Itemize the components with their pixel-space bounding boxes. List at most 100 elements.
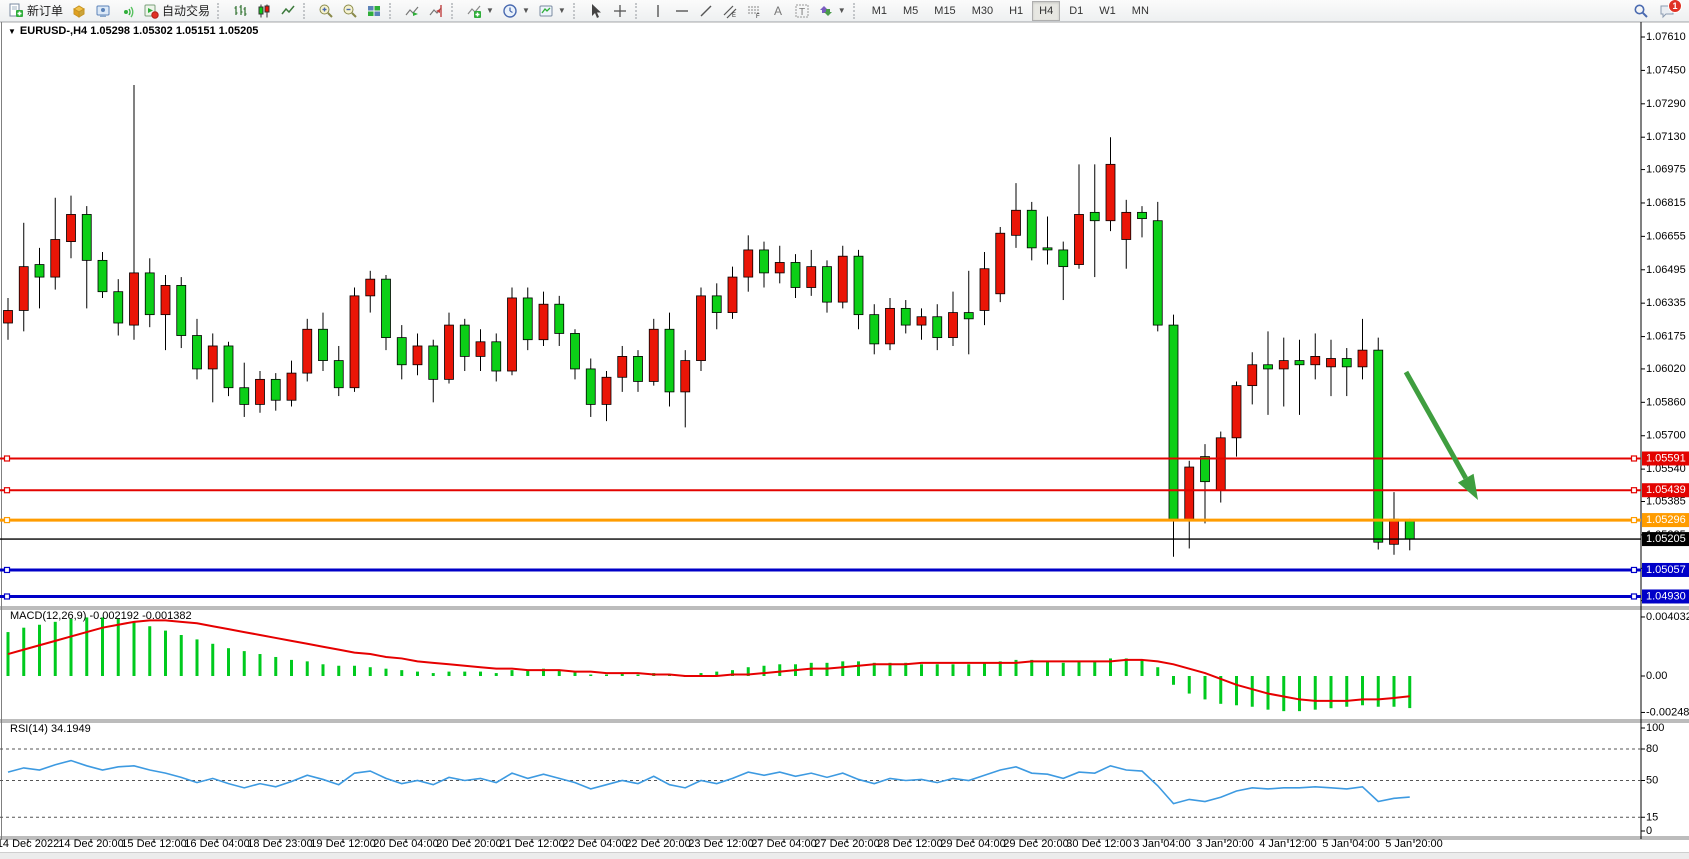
tab-timeframe-W1[interactable]: W1: [1092, 1, 1123, 21]
cursor-tool-button[interactable]: [584, 0, 608, 22]
zoom-in-button[interactable]: [314, 0, 338, 22]
line-handle[interactable]: [5, 456, 10, 461]
crosshair-icon: [612, 3, 628, 19]
axis-label: 1.05385: [1646, 495, 1686, 507]
notifications-button[interactable]: 1: [1659, 3, 1675, 19]
macd-bar: [22, 628, 25, 676]
zoom-out-button[interactable]: [338, 0, 362, 22]
bar-chart-mode-button[interactable]: [228, 0, 252, 22]
price-badge-label: 1.05591: [1646, 452, 1686, 464]
fibonacci-tool-button[interactable]: F: [742, 0, 766, 22]
line-handle[interactable]: [1632, 594, 1637, 599]
data-window-icon: [95, 3, 111, 19]
macd-bar: [1204, 676, 1207, 699]
text-label-tool-button[interactable]: T: [790, 0, 814, 22]
candle: [980, 252, 989, 325]
time-axis-label: 4 Jan 12:00: [1259, 838, 1317, 850]
macd-bar: [1282, 676, 1285, 711]
axis-label: 1.06975: [1646, 164, 1686, 176]
candle: [114, 279, 123, 335]
cursor-icon: [588, 3, 604, 19]
line-handle[interactable]: [5, 518, 10, 523]
axis-label: 1.07610: [1646, 31, 1686, 43]
horizontal-line-icon: [674, 3, 690, 19]
line-handle[interactable]: [5, 594, 10, 599]
macd-bar: [1377, 676, 1380, 707]
price-badge-label: 1.05439: [1646, 484, 1686, 496]
time-axis-label: 22 Dec 20:00: [625, 838, 690, 850]
macd-bar: [1298, 676, 1301, 711]
market-watch-button[interactable]: [67, 0, 91, 22]
new-order-button[interactable]: 新订单: [4, 0, 67, 22]
autotrading-button[interactable]: 自动交易: [139, 0, 214, 22]
candle: [1027, 202, 1036, 260]
candle: [460, 319, 469, 371]
auto-scroll-button[interactable]: [400, 0, 424, 22]
text-tool-button[interactable]: A: [766, 0, 790, 22]
periods-button[interactable]: ▼: [498, 0, 534, 22]
line-handle[interactable]: [1632, 567, 1637, 572]
macd-bar: [1361, 676, 1364, 705]
tab-timeframe-M30[interactable]: M30: [965, 1, 1000, 21]
trend-arrow[interactable]: [1406, 372, 1478, 500]
axis-label: 1.06495: [1646, 264, 1686, 276]
data-window-button[interactable]: [91, 0, 115, 22]
vertical-line-tool-button[interactable]: [646, 0, 670, 22]
tab-timeframe-MN[interactable]: MN: [1125, 1, 1156, 21]
arrows-tool-button[interactable]: ▼: [814, 0, 850, 22]
candle: [1075, 164, 1084, 268]
line-handle[interactable]: [1632, 456, 1637, 461]
macd-bar: [385, 669, 388, 676]
search-icon[interactable]: [1633, 3, 1649, 19]
candle: [775, 246, 784, 284]
candle: [4, 298, 13, 340]
price-badge-label: 1.04930: [1646, 590, 1686, 602]
horizontal-line-tool-button[interactable]: [670, 0, 694, 22]
line-handle[interactable]: [5, 567, 10, 572]
candle: [177, 277, 186, 348]
time-axis-label: 29 Dec 20:00: [1003, 838, 1068, 850]
line-handle[interactable]: [5, 488, 10, 493]
line-chart-mode-button[interactable]: [276, 0, 300, 22]
navigator-button[interactable]: [115, 0, 139, 22]
fibonacci-icon: F: [746, 3, 762, 19]
bar-chart-icon: [232, 3, 248, 19]
tab-timeframe-M1[interactable]: M1: [865, 1, 894, 21]
tile-windows-button[interactable]: [362, 0, 386, 22]
toolbar-separator: [451, 3, 459, 19]
crosshair-tool-button[interactable]: [608, 0, 632, 22]
tab-timeframe-M5[interactable]: M5: [896, 1, 925, 21]
arrows-icon: [818, 3, 834, 19]
svg-text:A: A: [774, 4, 782, 18]
axis-label: 1.06815: [1646, 197, 1686, 209]
time-scale[interactable]: 14 Dec 202214 Dec 20:0015 Dec 12:0016 De…: [0, 838, 1443, 850]
candles-layer: [4, 85, 1415, 557]
tab-timeframe-H1[interactable]: H1: [1002, 1, 1030, 21]
tab-timeframe-M15[interactable]: M15: [927, 1, 962, 21]
channel-tool-button[interactable]: E: [718, 0, 742, 22]
macd-bar: [432, 673, 435, 676]
trendline-tool-button[interactable]: [694, 0, 718, 22]
time-axis-label: 23 Dec 12:00: [688, 838, 753, 850]
templates-button[interactable]: ▼: [534, 0, 570, 22]
line-handle[interactable]: [1632, 488, 1637, 493]
rsi-panel: [0, 749, 1641, 817]
price-scale[interactable]: 1.076101.074501.072901.071301.069751.068…: [1641, 31, 1689, 837]
axis-label: 1.05860: [1646, 396, 1686, 408]
macd-bar: [70, 619, 73, 676]
candlestick-mode-button[interactable]: [252, 0, 276, 22]
indicators-button[interactable]: ▼: [462, 0, 498, 22]
new-order-icon: [8, 3, 24, 19]
candle: [429, 340, 438, 403]
line-handle[interactable]: [1632, 518, 1637, 523]
candle: [744, 235, 753, 291]
tab-timeframe-H4[interactable]: H4: [1032, 1, 1060, 21]
tab-timeframe-D1[interactable]: D1: [1062, 1, 1090, 21]
candle: [1279, 338, 1288, 407]
vertical-line-icon: [650, 3, 666, 19]
time-axis-label: 28 Dec 12:00: [877, 838, 942, 850]
macd-bar: [227, 648, 230, 676]
chart-canvas[interactable]: 14 Dec 202214 Dec 20:0015 Dec 12:0016 De…: [0, 0, 1689, 859]
symbol-info-bar[interactable]: ▼ EURUSD-,H4 1.05298 1.05302 1.05151 1.0…: [8, 25, 258, 37]
chart-shift-button[interactable]: [424, 0, 448, 22]
